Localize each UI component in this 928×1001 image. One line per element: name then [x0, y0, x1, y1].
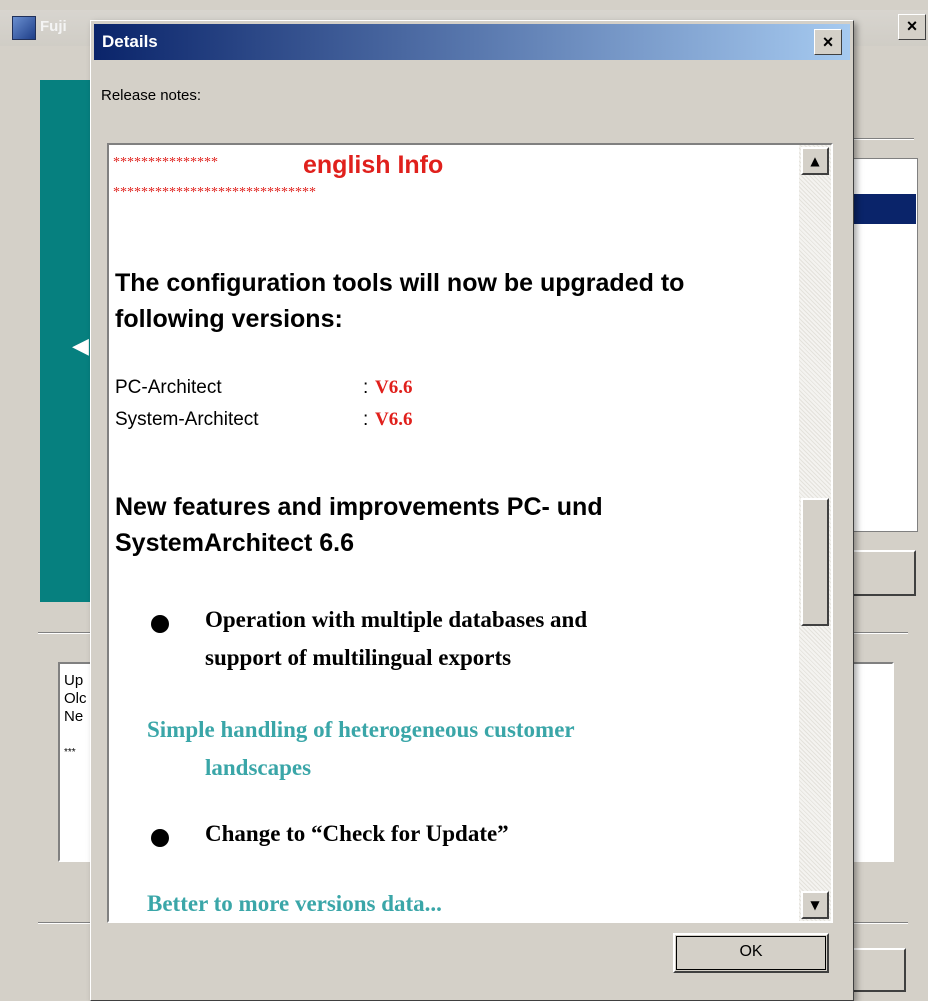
- release-notes-label: Release notes:: [101, 87, 202, 104]
- version-row: PC-Architect: V6.6: [115, 377, 412, 399]
- upgrade-heading: The configuration tools will now be upgr…: [115, 269, 685, 333]
- main-window-close-button[interactable]: ×: [898, 14, 926, 40]
- tool-version: V6.6: [375, 377, 413, 398]
- ok-button[interactable]: OK: [673, 933, 829, 973]
- version-separator: :: [363, 409, 369, 430]
- feature-item: Change to “Check for Update”: [205, 821, 509, 846]
- main-window-title: Fuji: [40, 18, 67, 35]
- dialog-close-button[interactable]: ×: [814, 29, 842, 55]
- feature-benefit-partial: Better to more versions data...: [147, 891, 442, 916]
- english-info-heading: english Info: [303, 151, 444, 179]
- release-notes-content: *************** english Info ***********…: [109, 145, 799, 921]
- version-row: System-Architect: V6.6: [115, 409, 412, 431]
- separator: [852, 138, 914, 140]
- dialog-title: Details: [102, 32, 158, 51]
- stars-divider: ***************: [113, 155, 218, 170]
- details-button[interactable]: [850, 550, 916, 596]
- tool-version: V6.6: [375, 409, 413, 430]
- bullet-icon: [151, 829, 169, 847]
- feature-benefit-continued: landscapes: [205, 755, 312, 780]
- bullet-icon: [151, 615, 169, 633]
- stars-divider: *****************************: [113, 185, 316, 200]
- tool-name: PC-Architect: [115, 377, 222, 398]
- vertical-scrollbar[interactable]: ▲ ▼: [799, 145, 831, 921]
- feature-item: Operation with multiple databases and: [205, 607, 588, 632]
- release-notes-box[interactable]: *************** english Info ***********…: [107, 143, 833, 923]
- tool-name: System-Architect: [115, 409, 259, 430]
- app-icon: [12, 16, 36, 40]
- scroll-down-arrow-icon[interactable]: ▼: [801, 891, 829, 919]
- scroll-up-arrow-icon[interactable]: ▲: [801, 147, 829, 175]
- details-dialog: Details × Release notes: ***************…: [90, 20, 854, 1001]
- feature-benefit: Simple handling of heterogeneous custome…: [147, 717, 575, 742]
- version-separator: :: [363, 377, 369, 398]
- dialog-titlebar[interactable]: Details ×: [94, 24, 850, 60]
- scrollbar-thumb[interactable]: [801, 498, 829, 627]
- features-heading: New features and improvements PC- und Sy…: [115, 493, 603, 557]
- feature-item-continued: support of multilingual exports: [205, 645, 512, 670]
- component-list-selected-item[interactable]: [852, 194, 916, 224]
